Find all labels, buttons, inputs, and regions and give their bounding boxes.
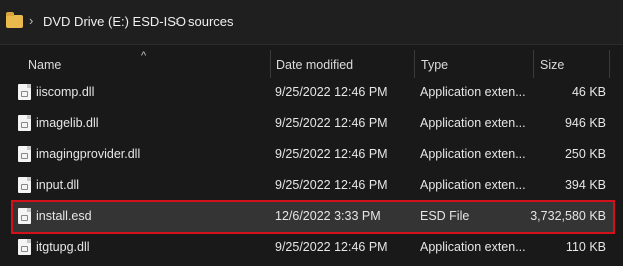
sort-ascending-icon: ^ — [141, 50, 147, 62]
chevron-right-icon[interactable]: › — [175, 13, 179, 28]
file-name: input.dll — [36, 178, 80, 192]
file-type: Application exten... — [420, 85, 526, 99]
file-row[interactable]: iiscomp.dll 9/25/2022 12:46 PM Applicati… — [13, 78, 613, 108]
esd-file-icon — [18, 208, 31, 224]
chevron-right-icon[interactable]: › — [29, 13, 33, 28]
file-date: 9/25/2022 12:46 PM — [275, 240, 388, 254]
file-date: 9/25/2022 12:46 PM — [275, 116, 388, 130]
file-row[interactable]: imagingprovider.dll 9/25/2022 12:46 PM A… — [13, 140, 613, 170]
column-divider[interactable] — [270, 50, 271, 78]
file-size: 394 KB — [564, 178, 606, 192]
dll-file-icon — [18, 84, 31, 100]
dll-file-icon — [18, 239, 31, 255]
breadcrumb-item-sources[interactable]: sources — [188, 14, 234, 29]
address-bar[interactable]: › DVD Drive (E:) ESD-ISO › sources — [0, 0, 623, 45]
file-size: 110 KB — [565, 240, 606, 254]
column-header-date[interactable]: Date modified — [276, 58, 353, 72]
folder-icon — [6, 12, 23, 28]
file-name: imagingprovider.dll — [36, 147, 141, 161]
file-name: itgtupg.dll — [36, 240, 90, 254]
column-header-name[interactable]: Name — [28, 58, 61, 72]
file-type: Application exten... — [420, 240, 526, 254]
column-header-size[interactable]: Size — [540, 58, 564, 72]
file-type: Application exten... — [420, 147, 526, 161]
file-date: 9/25/2022 12:46 PM — [275, 147, 388, 161]
file-date: 12/6/2022 3:33 PM — [275, 209, 381, 223]
file-row[interactable]: imagelib.dll 9/25/2022 12:46 PM Applicat… — [13, 109, 613, 139]
file-type: Application exten... — [420, 116, 526, 130]
file-type: Application exten... — [420, 178, 526, 192]
column-divider[interactable] — [609, 50, 610, 78]
file-date: 9/25/2022 12:46 PM — [275, 178, 388, 192]
column-divider[interactable] — [414, 50, 415, 78]
file-row[interactable]: input.dll 9/25/2022 12:46 PM Application… — [13, 171, 613, 201]
file-name: install.esd — [36, 209, 92, 223]
breadcrumb-item-drive[interactable]: DVD Drive (E:) ESD-ISO — [43, 14, 186, 29]
file-row[interactable]: itgtupg.dll 9/25/2022 12:46 PM Applicati… — [13, 233, 613, 263]
file-date: 9/25/2022 12:46 PM — [275, 85, 388, 99]
file-name: iiscomp.dll — [36, 85, 95, 99]
column-divider[interactable] — [533, 50, 534, 78]
file-name: imagelib.dll — [36, 116, 99, 130]
dll-file-icon — [18, 115, 31, 131]
file-size: 3,732,580 KB — [530, 209, 606, 223]
file-row-selected[interactable]: install.esd 12/6/2022 3:33 PM ESD File 3… — [11, 200, 615, 234]
dll-file-icon — [18, 146, 31, 162]
column-header-type[interactable]: Type — [421, 58, 448, 72]
file-type: ESD File — [420, 209, 470, 223]
dll-file-icon — [18, 177, 31, 193]
file-size: 946 KB — [564, 116, 606, 130]
file-size: 46 KB — [571, 85, 606, 99]
file-size: 250 KB — [564, 147, 606, 161]
